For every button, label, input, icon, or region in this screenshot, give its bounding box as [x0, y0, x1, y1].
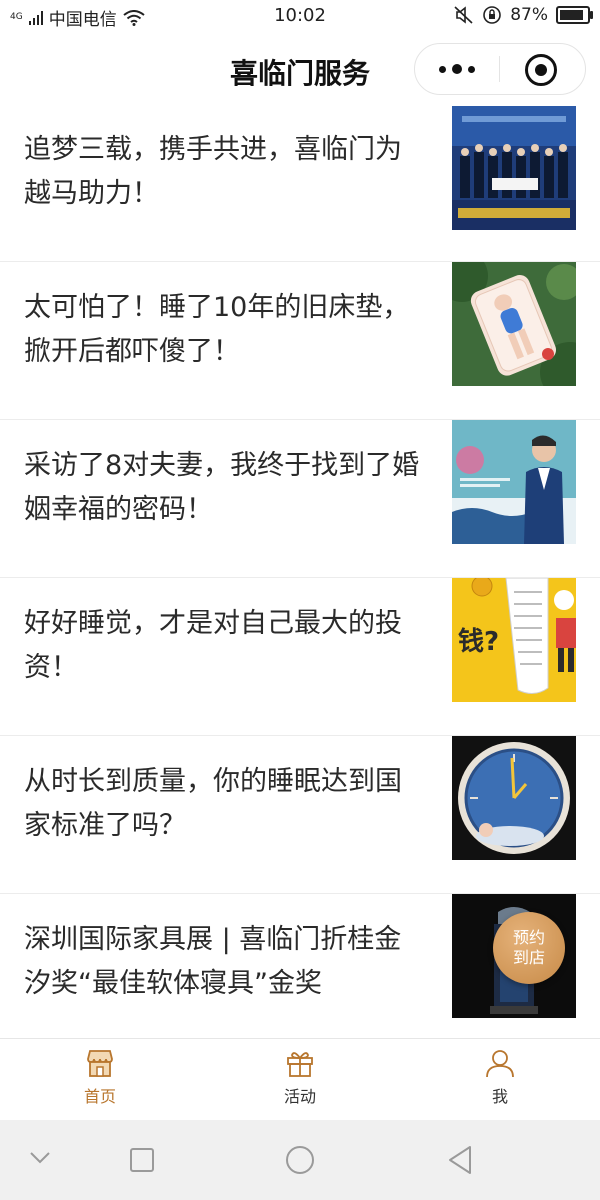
- mute-icon: [454, 6, 473, 24]
- article-item[interactable]: 好好睡觉，才是对自己最大的投资！ 钱?: [0, 578, 600, 736]
- tab-activity[interactable]: 活动: [240, 1047, 360, 1107]
- battery-icon: [556, 6, 593, 24]
- article-item[interactable]: 采访了8对夫妻，我终于找到了婚姻幸福的密码！: [0, 420, 600, 578]
- more-dots-icon: [468, 65, 475, 73]
- article-item[interactable]: 太可怕了！睡了10年的旧床垫，掀开后都吓傻了！: [0, 262, 600, 420]
- article-title: 追梦三载，携手共进，喜临门为越马助力！: [24, 134, 402, 209]
- tab-activity-label: 活动: [283, 1087, 316, 1106]
- close-mini-program-button[interactable]: [525, 54, 557, 86]
- tab-home-label: 首页: [83, 1087, 116, 1106]
- article-title: 深圳国际家具展 | 喜临门折桂金汐奖“最佳软体寝具”金奖: [24, 924, 402, 999]
- nav-bar: 喜临门服务: [0, 34, 600, 104]
- article-list: 追梦三载，携手共进，喜临门为越马助力！ 太可怕了！睡了10年的旧床垫，掀开后都吓…: [0, 104, 600, 1052]
- gift-icon: [287, 1052, 313, 1077]
- back-triangle-icon[interactable]: [446, 1144, 474, 1176]
- article-thumbnail: [452, 736, 576, 860]
- article-item[interactable]: 从时长到质量，你的睡眠达到国家标准了吗？: [0, 736, 600, 894]
- status-bar: 4G 中国电信 10:02 87%: [0, 0, 600, 34]
- article-thumbnail: [452, 106, 576, 230]
- capsule-divider: [499, 56, 500, 82]
- more-dots-icon: [439, 65, 446, 73]
- collapse-chevron-icon[interactable]: [28, 1150, 52, 1166]
- rotation-lock-icon: [483, 6, 502, 24]
- article-title: 太可怕了！睡了10年的旧床垫，掀开后都吓傻了！: [24, 292, 410, 367]
- status-right: 87%: [454, 5, 593, 25]
- more-button[interactable]: [415, 44, 499, 94]
- mattress-illustration-icon: [452, 262, 576, 386]
- battery-percent: 87%: [510, 5, 548, 25]
- reserve-store-button[interactable]: 预约 到店: [493, 912, 565, 984]
- clock-sleep-illustration-icon: [452, 736, 576, 860]
- user-icon: [486, 1050, 514, 1078]
- reserve-label-line2: 到店: [512, 948, 545, 967]
- svg-text:钱?: 钱?: [458, 627, 499, 657]
- reserve-label-line1: 预约: [512, 928, 545, 947]
- tab-me-label: 我: [491, 1087, 508, 1106]
- event-photo-icon: [452, 106, 576, 230]
- article-thumbnail: [452, 420, 576, 544]
- tab-bar: 首页 活动 我: [0, 1038, 600, 1121]
- system-nav-bar: [0, 1120, 600, 1200]
- article-title: 采访了8对夫妻，我终于找到了婚姻幸福的密码！: [24, 450, 420, 525]
- article-thumbnail: 钱?: [452, 578, 576, 702]
- couple-poster-icon: [452, 420, 576, 544]
- tab-me[interactable]: 我: [440, 1047, 560, 1107]
- article-item[interactable]: 追梦三载，携手共进，喜临门为越马助力！: [0, 104, 600, 262]
- article-title: 好好睡觉，才是对自己最大的投资！: [24, 608, 402, 683]
- store-icon: [87, 1050, 113, 1077]
- mini-program-capsule: [414, 43, 586, 95]
- article-thumbnail: [452, 262, 576, 386]
- money-illustration-icon: 钱?: [452, 578, 576, 702]
- home-circle-icon[interactable]: [284, 1144, 316, 1176]
- article-title: 从时长到质量，你的睡眠达到国家标准了吗？: [24, 766, 402, 841]
- recents-square-icon[interactable]: [128, 1146, 156, 1174]
- more-dots-icon: [452, 64, 462, 74]
- tab-home[interactable]: 首页: [40, 1047, 160, 1107]
